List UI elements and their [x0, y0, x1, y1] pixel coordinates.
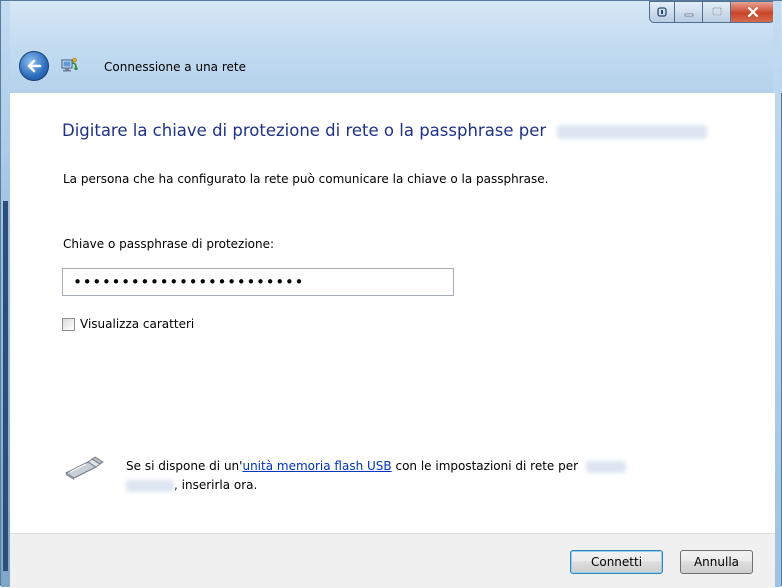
help-button[interactable] — [649, 1, 675, 23]
window-frame-left — [1, 1, 10, 587]
show-characters-option[interactable]: Visualizza caratteri — [62, 317, 194, 331]
content-area: Digitare la chiave di protezione di rete… — [10, 93, 775, 533]
usb-hint-text-start: Se si dispone di un' — [126, 459, 243, 473]
network-connection-icon — [61, 57, 78, 72]
close-icon — [747, 6, 758, 18]
connect-button[interactable]: Connetti — [570, 550, 663, 574]
redacted-network-name — [557, 124, 708, 139]
usb-hint: Se si dispone di un'unità memoria flash … — [126, 457, 686, 495]
back-arrow-icon — [27, 59, 42, 73]
minimize-button[interactable] — [675, 1, 703, 23]
close-button[interactable] — [731, 1, 775, 23]
title-bar: Connessione a una rete — [1, 1, 782, 93]
show-characters-checkbox[interactable] — [62, 317, 75, 331]
button-bar: Connetti Annulla — [10, 533, 775, 588]
security-key-input[interactable]: •••••••••••••••••••••••• — [62, 268, 454, 296]
wizard-window: Connessione a una rete Digitare la chiav… — [0, 0, 782, 588]
security-key-label: Chiave o passphrase di protezione: — [63, 237, 275, 251]
usb-hint-text-end: , inserirla ora. — [174, 478, 258, 492]
cancel-button[interactable]: Annulla — [680, 550, 753, 574]
usb-flash-drive-icon — [64, 456, 104, 480]
maximize-button[interactable] — [703, 1, 731, 23]
page-heading: Digitare la chiave di protezione di rete… — [62, 121, 708, 140]
wizard-title: Connessione a una rete — [104, 60, 246, 74]
description-text: La persona che ha configurato la rete pu… — [63, 172, 549, 186]
help-icon — [657, 7, 667, 17]
maximize-icon — [711, 7, 722, 16]
back-button[interactable] — [19, 51, 49, 81]
heading-text: Digitare la chiave di protezione di rete… — [62, 121, 547, 140]
show-characters-label: Visualizza caratteri — [80, 317, 195, 331]
usb-flash-drive-link[interactable]: unità memoria flash USB — [242, 459, 391, 473]
usb-hint-text-middle: con le impostazioni di rete per — [391, 459, 579, 473]
redacted-network-name-1 — [585, 460, 626, 473]
caption-buttons — [649, 1, 775, 23]
minimize-icon — [684, 13, 693, 17]
redacted-network-name-2 — [126, 479, 174, 492]
